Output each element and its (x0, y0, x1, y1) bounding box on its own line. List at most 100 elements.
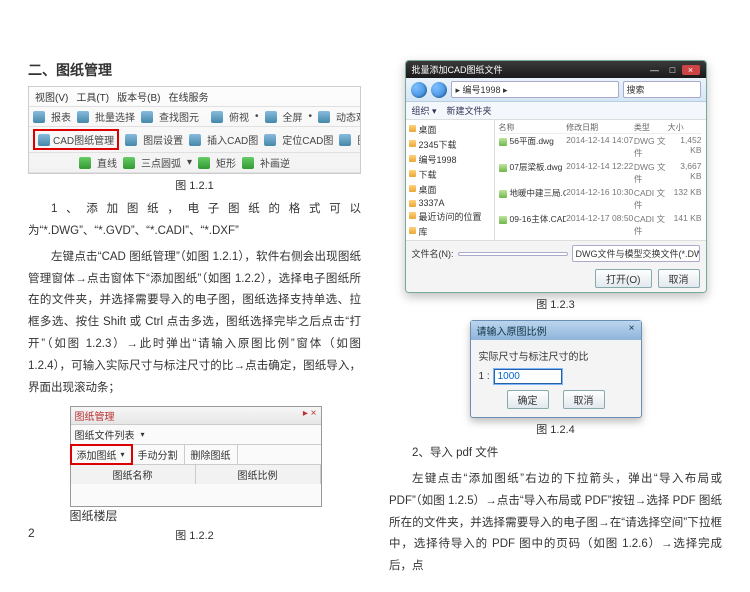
file-icon (499, 138, 507, 146)
btn-arc[interactable]: 三点圆弧 (141, 155, 181, 170)
caption-1-2-4: 图 1.2.4 (389, 421, 722, 437)
sidebar-item[interactable]: 最近访问的位置 (409, 209, 491, 224)
hdr-name[interactable]: 名称 (499, 122, 567, 133)
nav-back-icon[interactable] (411, 82, 427, 98)
btn-report[interactable]: 报表 (51, 109, 71, 124)
caption-1-2-3: 图 1.2.3 (389, 296, 722, 312)
btn-manual-split[interactable]: 手动分割 (138, 447, 178, 462)
search-input[interactable]: 搜索 (623, 81, 701, 98)
sidebar-item[interactable]: 桌面 (409, 182, 491, 197)
ratio-label: 实际尺寸与标注尺寸的比 (479, 348, 633, 363)
paragraph-3-title: 2、导入 pdf 文件 (389, 443, 722, 465)
close-icon[interactable]: × (629, 323, 635, 338)
file-list-label: 图纸文件列表 (75, 427, 135, 442)
panel-close-icon[interactable]: ▸ × (303, 408, 317, 423)
cancel-button[interactable]: 取消 (658, 269, 700, 288)
find-icon (141, 111, 153, 123)
dialog-title: 批量添加CAD图纸文件 (412, 63, 503, 76)
btn-rect[interactable]: 矩形 (216, 155, 236, 170)
maximize-icon[interactable]: □ (664, 65, 682, 75)
btn-layer[interactable]: 图层设置 (143, 132, 183, 147)
filename-input[interactable] (458, 252, 568, 256)
sidebar-item[interactable]: 库 (409, 224, 491, 239)
close-icon[interactable]: × (682, 65, 700, 75)
col-scale: 图纸比例 (196, 465, 321, 484)
line-icon (79, 157, 91, 169)
panel-toolbar: 添加图纸 手动分割 删除图纸 (71, 445, 321, 465)
btn-top-view[interactable]: 俯视 (229, 109, 249, 124)
paragraph-1: 1、添加图纸，电子图纸的格式可以为“*.DWG”、“*.GVD”、“*.CADI… (28, 199, 361, 243)
btn-redraw[interactable]: 补画逆 (260, 155, 290, 170)
sidebar-item[interactable]: 下载 (409, 167, 491, 182)
chevron-down-icon[interactable] (119, 449, 125, 460)
figure-1-2-1: 视图(V) 工具(T) 版本号(B) 在线服务 报表 批量选择 查找图元 俯视 … (28, 86, 361, 174)
btn-delete-drawing[interactable]: 删除图纸 (191, 447, 231, 462)
arc-icon (123, 157, 135, 169)
top-view-icon (211, 111, 223, 123)
file-icon (499, 190, 507, 198)
btn-locate-cad[interactable]: 定位CAD图 (282, 132, 333, 147)
toolbar-row-1: 报表 批量选择 查找图元 俯视 • 全屏 • 动态观 (29, 107, 360, 127)
minimize-icon[interactable]: — (646, 65, 664, 75)
filename-label: 文件名(N): (412, 247, 454, 260)
file-row[interactable]: 56平面.dwg2014-12-14 14:07DWG 文件1,452 KB (499, 134, 702, 160)
page-number: 2 (28, 526, 35, 540)
locate-cad-icon (264, 134, 276, 146)
file-icon (499, 164, 507, 172)
btn-find[interactable]: 查找图元 (159, 109, 199, 124)
menubar: 视图(V) 工具(T) 版本号(B) 在线服务 (29, 87, 360, 107)
paragraph-3: 左键点击“添加图纸”右边的下拉箭头，弹出“导入布局或 PDF”（如图 1.2.5… (389, 469, 722, 578)
image-manage-icon (339, 134, 351, 146)
menu-view[interactable]: 视图(V) (35, 89, 68, 104)
section-title: 二、图纸管理 (28, 60, 361, 80)
paragraph-2: 左键点击“CAD 图纸管理”（如图 1.2.1），软件右侧会出现图纸管理窗体→点… (28, 247, 361, 400)
sidebar-item[interactable]: 视频 (409, 239, 491, 240)
side-tab[interactable]: 图纸楼层 (70, 507, 320, 524)
layer-icon (125, 134, 137, 146)
window-controls: —□× (646, 65, 700, 75)
sidebar-item[interactable]: 桌面 (409, 122, 491, 137)
caption-1-2-2: 图 1.2.2 (28, 527, 361, 543)
ok-button[interactable]: 确定 (507, 390, 549, 409)
menu-online[interactable]: 在线服务 (168, 89, 208, 104)
hdr-date[interactable]: 修改日期 (566, 122, 634, 133)
file-list: 名称 修改日期 类型 大小 56平面.dwg2014-12-14 14:07DW… (495, 120, 706, 240)
file-row[interactable]: 09-16主体.CADI2014-12-17 08:50CADI 文件141 K… (499, 212, 702, 238)
dropdown-icon[interactable] (139, 429, 145, 440)
toolbar-row-3: 直线 三点圆弧 ▾ 矩形 补画逆 (29, 153, 360, 173)
btn-organize[interactable]: 组织 ▾ (412, 104, 437, 117)
btn-new-folder[interactable]: 新建文件夹 (447, 104, 492, 117)
open-button[interactable]: 打开(O) (595, 269, 651, 288)
btn-add-drawing[interactable]: 添加图纸 (77, 447, 117, 462)
sidebar-item[interactable]: 编号1998 (409, 152, 491, 167)
cad-drawing-manage-highlight: CAD图纸管理 (33, 129, 119, 150)
caption-1-2-1: 图 1.2.1 (28, 177, 361, 193)
folder-sidebar: 桌面 2345下载 编号1998 下载 桌面 3337A 最近访问的位置 库 视… (406, 120, 495, 240)
rect-icon (198, 157, 210, 169)
file-row[interactable]: 07层梁板.dwg2014-12-14 12:22DWG 文件3,667 KB (499, 160, 702, 186)
btn-line[interactable]: 直线 (97, 155, 117, 170)
batch-select-icon (77, 111, 89, 123)
hdr-type[interactable]: 类型 (634, 122, 668, 133)
btn-batch-select[interactable]: 批量选择 (95, 109, 135, 124)
menu-tools[interactable]: 工具(T) (76, 89, 109, 104)
toolbar-row-2: CAD图纸管理 图层设置 插入CAD图 定位CAD图 图片管理 (29, 127, 360, 153)
nav-forward-icon[interactable] (431, 82, 447, 98)
btn-cad-drawing-manage[interactable]: CAD图纸管理 (53, 132, 114, 147)
file-row[interactable]: 地暖中建三局.CADI2014-12-16 10:30CADI 文件132 KB (499, 186, 702, 212)
cancel-button[interactable]: 取消 (563, 390, 605, 409)
cad-manage-icon (38, 134, 50, 146)
ratio-input[interactable] (494, 369, 562, 384)
sidebar-item[interactable]: 3337A (409, 197, 491, 209)
orbit-icon (318, 111, 330, 123)
btn-orbit[interactable]: 动态观 (336, 109, 360, 124)
hdr-size[interactable]: 大小 (668, 122, 702, 133)
fullscreen-icon (265, 111, 277, 123)
breadcrumb[interactable]: ▸ 编号1998 ▸ (451, 81, 619, 98)
btn-insert-cad[interactable]: 插入CAD图 (207, 132, 258, 147)
menu-version[interactable]: 版本号(B) (117, 89, 160, 104)
sidebar-item[interactable]: 2345下载 (409, 137, 491, 152)
btn-fullscreen[interactable]: 全屏 (283, 109, 303, 124)
filetype-filter[interactable]: DWG文件与模型交换文件(*.DW... ▾ (572, 245, 700, 262)
btn-image-manage[interactable]: 图片管理 (357, 132, 360, 147)
